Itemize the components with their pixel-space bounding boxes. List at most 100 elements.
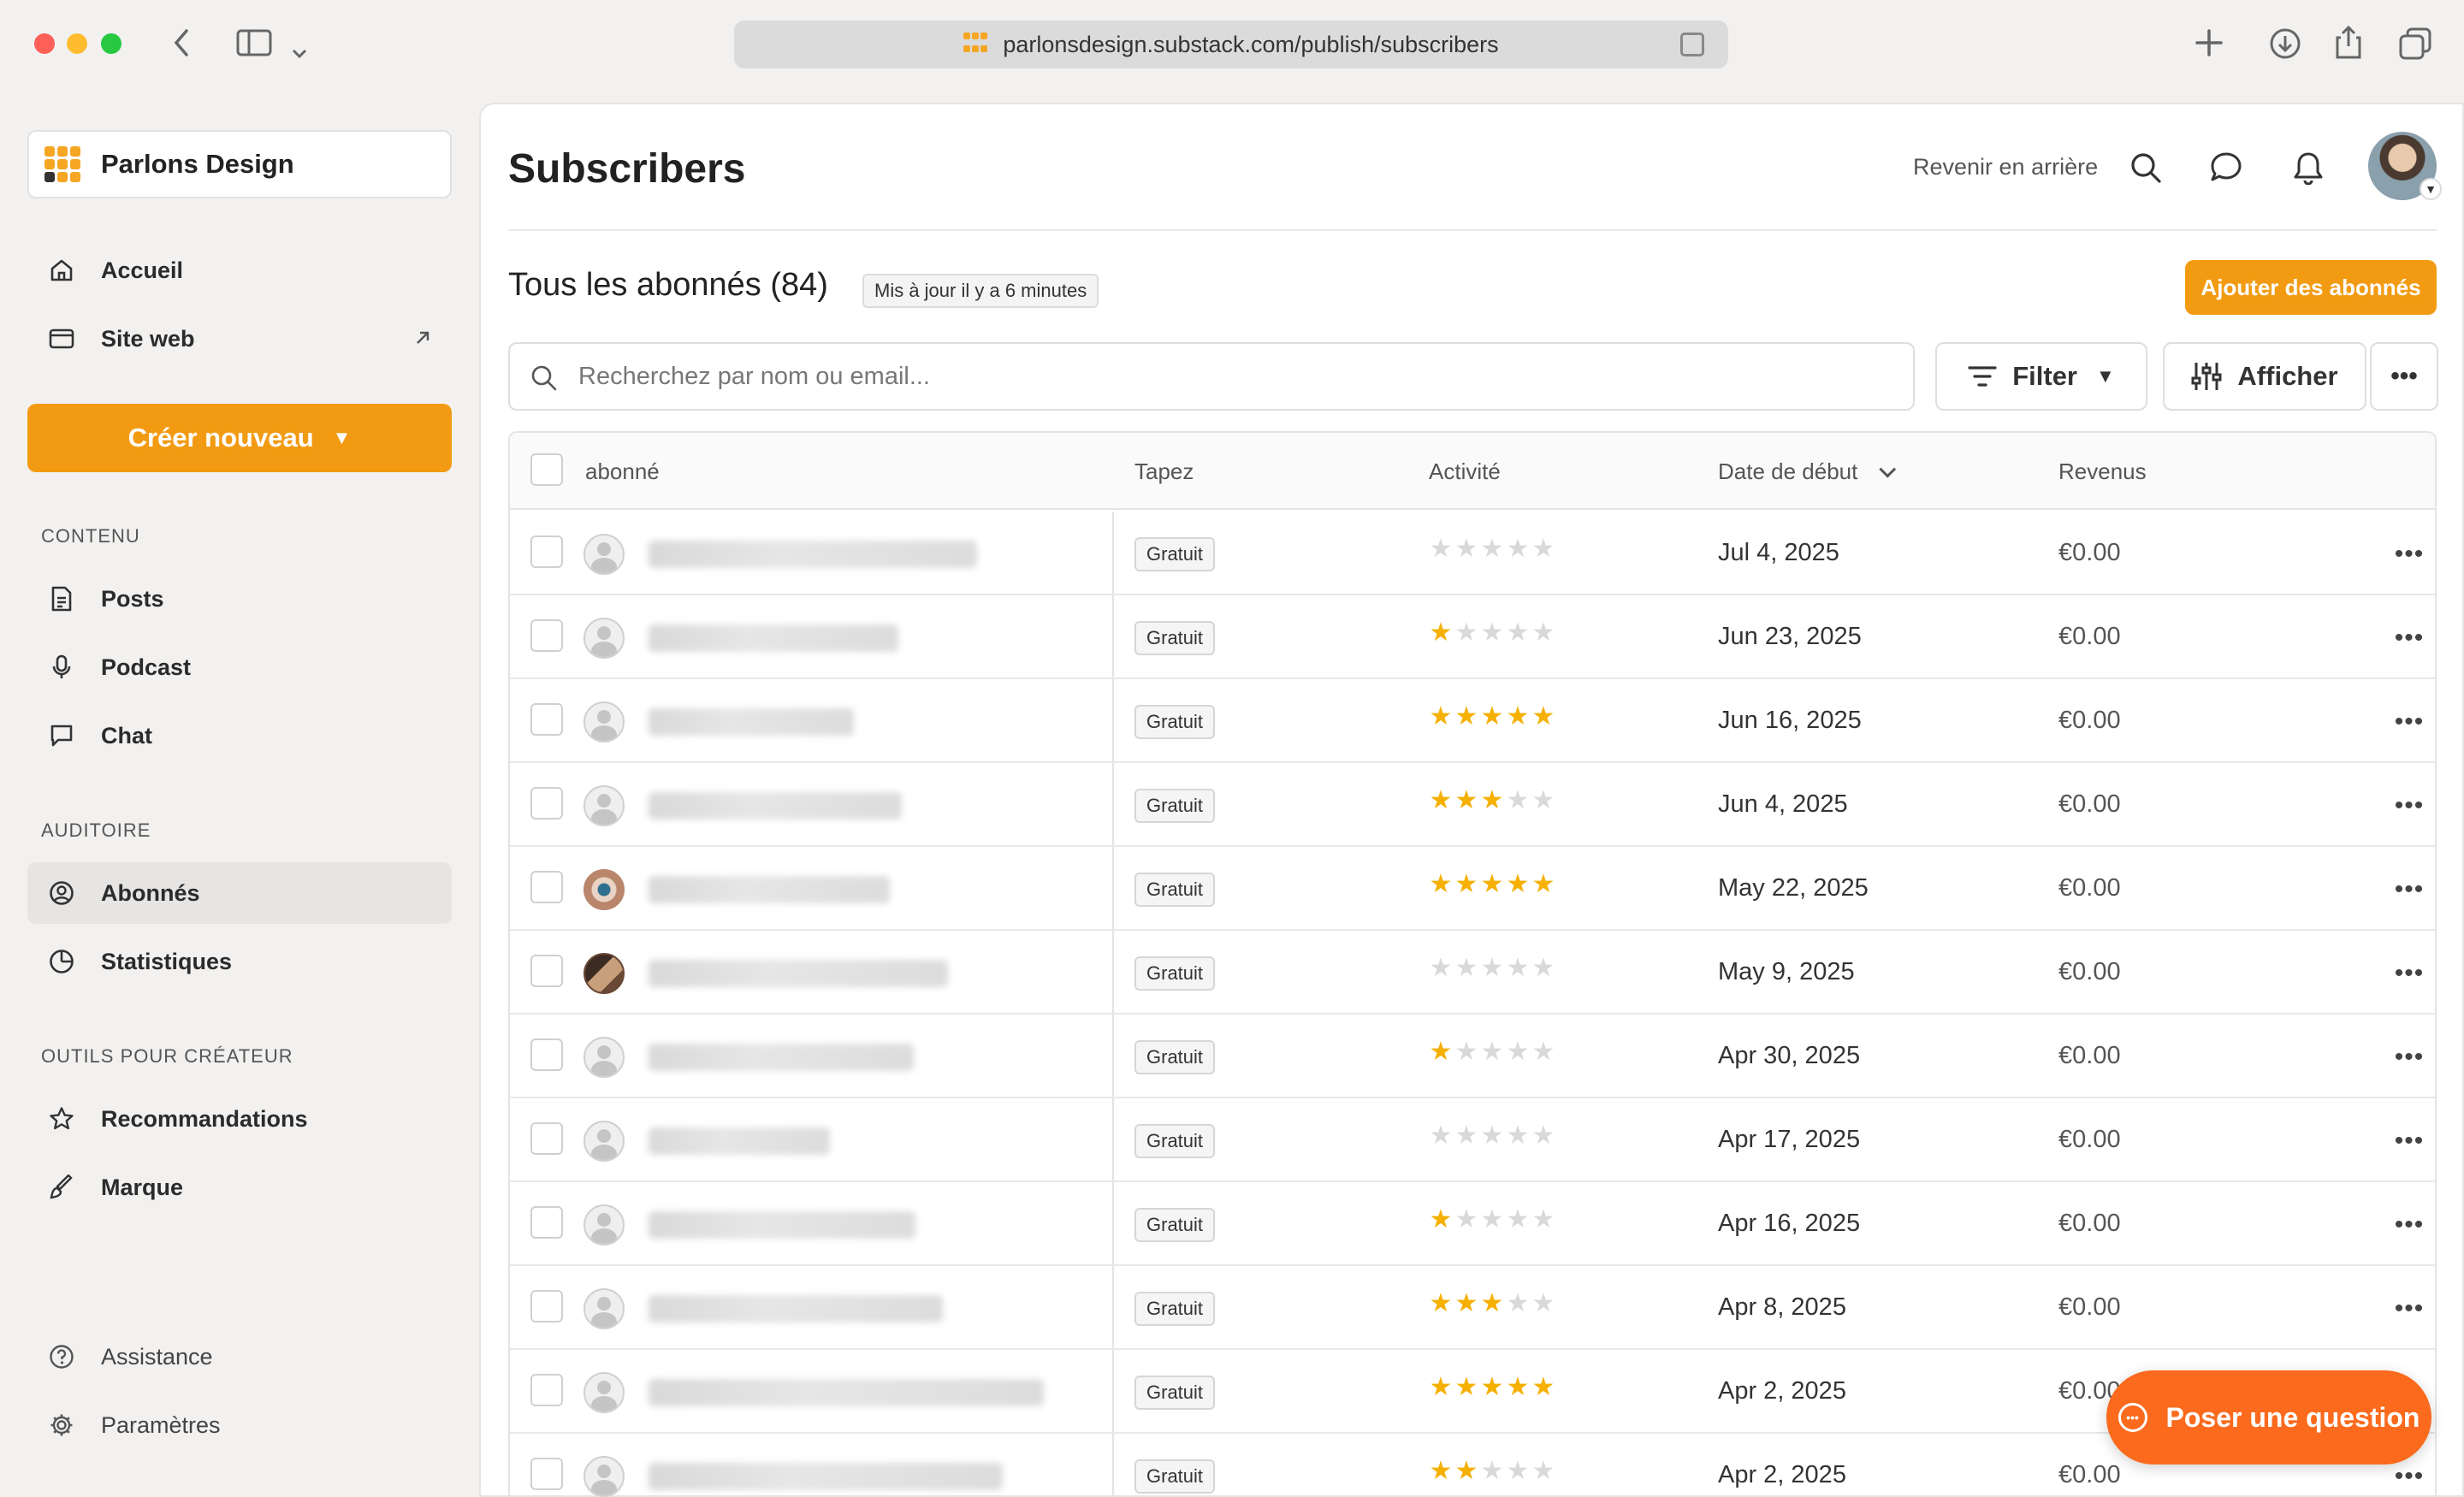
- subscriber-avatar: [583, 534, 625, 575]
- address-bar[interactable]: parlonsdesign.substack.com/publish/subsc…: [734, 21, 1728, 68]
- table-row[interactable]: Gratuit ★ ★ ★ ★ ★ Jun 16, 2025 €0.00 •••: [510, 679, 2435, 763]
- row-checkbox[interactable]: [530, 955, 563, 987]
- close-window-button[interactable]: [34, 33, 55, 54]
- caret-down-icon[interactable]: ▼: [2420, 178, 2442, 200]
- sidebar-item-marque[interactable]: Marque: [27, 1157, 452, 1218]
- sidebar-item-recommandations[interactable]: Recommandations: [27, 1088, 452, 1150]
- tab-overview-icon[interactable]: [2399, 27, 2431, 65]
- ask-question-button[interactable]: ••• Poser une question: [2106, 1370, 2431, 1464]
- row-checkbox[interactable]: [530, 619, 563, 652]
- back-arrow-icon[interactable]: [171, 27, 192, 63]
- sidebar-item-accueil[interactable]: Accueil: [27, 240, 452, 301]
- type-badge: Gratuit: [1134, 705, 1216, 739]
- subscriber-name-redacted[interactable]: [649, 876, 890, 903]
- row-more-options-button[interactable]: •••: [2389, 869, 2430, 910]
- search-icon[interactable]: [2125, 147, 2166, 188]
- table-row[interactable]: Gratuit ★ ★ ★ ★ ★ Apr 8, 2025 €0.00 •••: [510, 1266, 2435, 1350]
- downloads-icon[interactable]: [2269, 27, 2301, 65]
- table-row[interactable]: Gratuit ★ ★ ★ ★ ★ Apr 17, 2025 €0.00 •••: [510, 1098, 2435, 1182]
- row-more-options-button[interactable]: •••: [2389, 701, 2430, 743]
- row-more-options-button[interactable]: •••: [2389, 785, 2430, 826]
- sidebar-item-parametres[interactable]: Paramètres: [27, 1394, 452, 1456]
- row-more-options-button[interactable]: •••: [2389, 618, 2430, 659]
- row-more-options-button[interactable]: •••: [2389, 1037, 2430, 1078]
- row-checkbox[interactable]: [530, 871, 563, 903]
- activity-rating: ★ ★ ★ ★ ★: [1429, 536, 1555, 562]
- column-header-activity[interactable]: Activité: [1429, 459, 1501, 485]
- select-all-checkbox[interactable]: [530, 453, 563, 486]
- subscriber-name-redacted[interactable]: [649, 960, 948, 987]
- row-more-options-button[interactable]: •••: [2389, 1121, 2430, 1162]
- type-badge: Gratuit: [1134, 1124, 1216, 1158]
- reader-mode-icon[interactable]: [1680, 33, 1704, 56]
- subscriber-name-redacted[interactable]: [649, 541, 977, 568]
- star-empty-icon: ★: [1531, 1289, 1555, 1317]
- table-row[interactable]: Gratuit ★ ★ ★ ★ ★ Jul 4, 2025 €0.00 •••: [510, 512, 2435, 595]
- table-row[interactable]: Gratuit ★ ★ ★ ★ ★ May 22, 2025 €0.00 •••: [510, 847, 2435, 931]
- column-header-revenue[interactable]: Revenus: [2058, 459, 2147, 485]
- subscriber-name-redacted[interactable]: [649, 1463, 1003, 1490]
- table-row[interactable]: Gratuit ★ ★ ★ ★ ★ Jun 23, 2025 €0.00 •••: [510, 595, 2435, 679]
- subscriber-name-redacted[interactable]: [649, 624, 898, 652]
- column-header-subscriber[interactable]: abonné: [585, 459, 660, 485]
- subscriber-name-redacted[interactable]: [649, 1127, 830, 1155]
- row-more-options-button[interactable]: •••: [2389, 1204, 2430, 1246]
- sidebar-item-abonnes[interactable]: Abonnés: [27, 862, 452, 924]
- section-label-audience: AUDITOIRE: [41, 820, 151, 841]
- row-more-options-button[interactable]: •••: [2389, 534, 2430, 575]
- sidebar-item-statistiques[interactable]: Statistiques: [27, 931, 452, 992]
- table-row[interactable]: Gratuit ★ ★ ★ ★ ★ Jun 4, 2025 €0.00 •••: [510, 763, 2435, 847]
- table-row[interactable]: Gratuit ★ ★ ★ ★ ★ May 9, 2025 €0.00 •••: [510, 931, 2435, 1015]
- bell-icon[interactable]: [2288, 147, 2329, 188]
- subscriber-name-redacted[interactable]: [649, 708, 854, 736]
- row-checkbox[interactable]: [530, 1122, 563, 1155]
- filter-button[interactable]: Filter ▼: [1935, 342, 2147, 411]
- row-checkbox[interactable]: [530, 1458, 563, 1490]
- row-checkbox[interactable]: [530, 703, 563, 736]
- sidebar-item-posts[interactable]: Posts: [27, 568, 452, 630]
- sidebar-toggle-icon[interactable]: [236, 29, 272, 62]
- start-date: Jun 23, 2025: [1718, 623, 1862, 650]
- row-checkbox[interactable]: [530, 535, 563, 568]
- back-link[interactable]: Revenir en arrière: [1913, 154, 2098, 180]
- chat-bubble-icon[interactable]: [2206, 147, 2247, 188]
- sort-chevron-down-icon: [1879, 460, 1897, 478]
- publication-switcher[interactable]: Parlons Design: [27, 130, 452, 198]
- create-new-button[interactable]: Créer nouveau ▼: [27, 404, 452, 472]
- star-empty-icon: ★: [1531, 786, 1555, 814]
- minimize-window-button[interactable]: [67, 33, 87, 54]
- sidebar-item-podcast[interactable]: Podcast: [27, 636, 452, 698]
- table-row[interactable]: Gratuit ★ ★ ★ ★ ★ Apr 16, 2025 €0.00 •••: [510, 1182, 2435, 1266]
- zoom-window-button[interactable]: [101, 33, 121, 54]
- subscriber-name-redacted[interactable]: [649, 792, 902, 820]
- column-header-start-date[interactable]: Date de début: [1718, 459, 1897, 485]
- revenue-value: €0.00: [2058, 1293, 2121, 1321]
- subscriber-name-redacted[interactable]: [649, 1295, 943, 1322]
- display-options-button[interactable]: Afficher: [2163, 342, 2366, 411]
- column-header-type[interactable]: Tapez: [1134, 459, 1194, 485]
- subscriber-name-redacted[interactable]: [649, 1379, 1044, 1406]
- subscriber-name-redacted[interactable]: [649, 1211, 915, 1239]
- row-checkbox[interactable]: [530, 1206, 563, 1239]
- chevron-down-icon[interactable]: [291, 36, 308, 65]
- row-checkbox[interactable]: [530, 1374, 563, 1406]
- microphone-icon: [48, 654, 75, 681]
- share-icon[interactable]: [2334, 24, 2363, 65]
- more-options-button[interactable]: •••: [2370, 342, 2438, 411]
- row-more-options-button[interactable]: •••: [2389, 1288, 2430, 1329]
- sidebar-item-site-web[interactable]: Site web: [27, 308, 452, 370]
- search-input[interactable]: Recherchez par nom ou email...: [508, 342, 1915, 411]
- search-icon: [530, 364, 558, 392]
- create-new-label: Créer nouveau: [127, 423, 314, 453]
- subscriber-name-redacted[interactable]: [649, 1044, 914, 1071]
- table-row[interactable]: Gratuit ★ ★ ★ ★ ★ Apr 30, 2025 €0.00 •••: [510, 1015, 2435, 1098]
- sidebar-item-assistance[interactable]: Assistance: [27, 1326, 452, 1388]
- add-subscribers-button[interactable]: Ajouter des abonnés: [2185, 260, 2437, 315]
- column-divider: [1112, 1266, 1114, 1348]
- row-checkbox[interactable]: [530, 1038, 563, 1071]
- row-more-options-button[interactable]: •••: [2389, 953, 2430, 994]
- row-checkbox[interactable]: [530, 787, 563, 820]
- sidebar-item-chat[interactable]: Chat: [27, 705, 452, 766]
- row-checkbox[interactable]: [530, 1290, 563, 1322]
- new-tab-plus-icon[interactable]: [2194, 27, 2224, 63]
